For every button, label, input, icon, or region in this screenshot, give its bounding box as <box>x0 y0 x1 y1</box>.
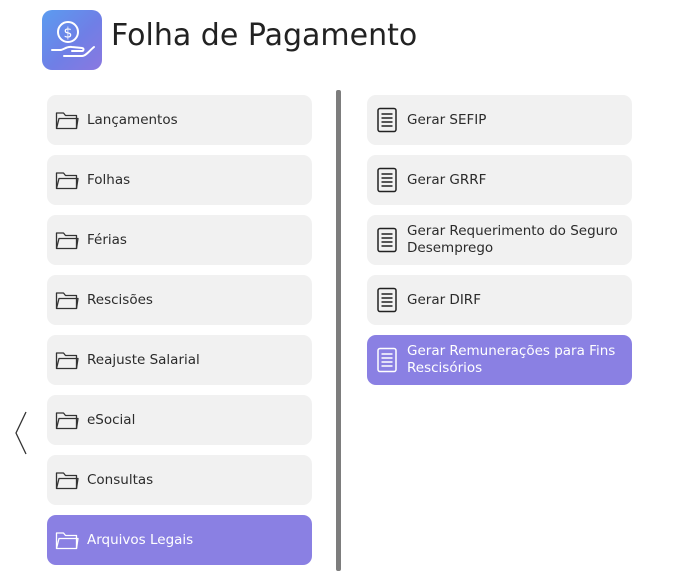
document-icon <box>367 215 407 265</box>
left-menu-item-6[interactable]: Consultas <box>47 455 312 505</box>
left-menu-item-3[interactable]: Rescisões <box>47 275 312 325</box>
right-menu-item-4[interactable]: Gerar Remunerações para Fins Rescisórios <box>367 335 632 385</box>
folder-icon <box>47 95 87 145</box>
left-menu-item-4[interactable]: Reajuste Salarial <box>47 335 312 385</box>
folder-icon <box>47 335 87 385</box>
right-menu-item-label: Gerar DIRF <box>407 291 481 308</box>
left-menu-item-label: Reajuste Salarial <box>87 351 200 368</box>
document-icon <box>367 95 407 145</box>
page-title: Folha de Pagamento <box>111 18 418 53</box>
folder-icon <box>47 395 87 445</box>
left-menu-item-label: Folhas <box>87 171 131 188</box>
left-menu-item-label: Arquivos Legais <box>87 531 194 548</box>
left-menu-item-0[interactable]: Lançamentos <box>47 95 312 145</box>
right-menu: Gerar SEFIP Gerar GRRF Gerar Requerimento … <box>367 95 632 395</box>
right-menu-item-label: Gerar Remunerações para Fins Rescisórios <box>407 343 616 376</box>
left-menu-item-2[interactable]: Férias <box>47 215 312 265</box>
document-icon <box>367 335 407 385</box>
left-menu-item-label: Rescisões <box>87 291 153 308</box>
left-menu-item-label: eSocial <box>87 411 136 428</box>
svg-text:$: $ <box>64 26 73 42</box>
left-menu-item-label: Férias <box>87 231 127 248</box>
left-menu-item-label: Consultas <box>87 471 154 488</box>
left-menu-item-label: Lançamentos <box>87 111 178 128</box>
right-menu-item-1[interactable]: Gerar GRRF <box>367 155 632 205</box>
right-menu-item-label: Gerar GRRF <box>407 171 487 188</box>
left-menu-item-5[interactable]: eSocial <box>47 395 312 445</box>
right-menu-item-label: Gerar SEFIP <box>407 111 487 128</box>
right-menu-item-0[interactable]: Gerar SEFIP <box>367 95 632 145</box>
left-menu-item-1[interactable]: Folhas <box>47 155 312 205</box>
left-menu-item-7[interactable]: Arquivos Legais <box>47 515 312 565</box>
left-menu: Lançamentos Folhas Férias Rescisões Reajuste… <box>47 95 312 575</box>
folder-icon <box>47 275 87 325</box>
document-icon <box>367 155 407 205</box>
right-menu-item-3[interactable]: Gerar DIRF <box>367 275 632 325</box>
right-menu-item-label: Gerar Requerimento do Seguro Desemprego <box>407 223 618 256</box>
right-menu-item-2[interactable]: Gerar Requerimento do Seguro Desemprego <box>367 215 632 265</box>
divider <box>336 90 341 571</box>
document-icon <box>367 275 407 325</box>
folder-icon <box>47 215 87 265</box>
folder-icon <box>47 455 87 505</box>
folder-icon <box>47 155 87 205</box>
payroll-money-hand-icon: $ <box>42 10 102 70</box>
chevron-left-icon[interactable] <box>12 410 30 456</box>
folder-icon <box>47 515 87 565</box>
